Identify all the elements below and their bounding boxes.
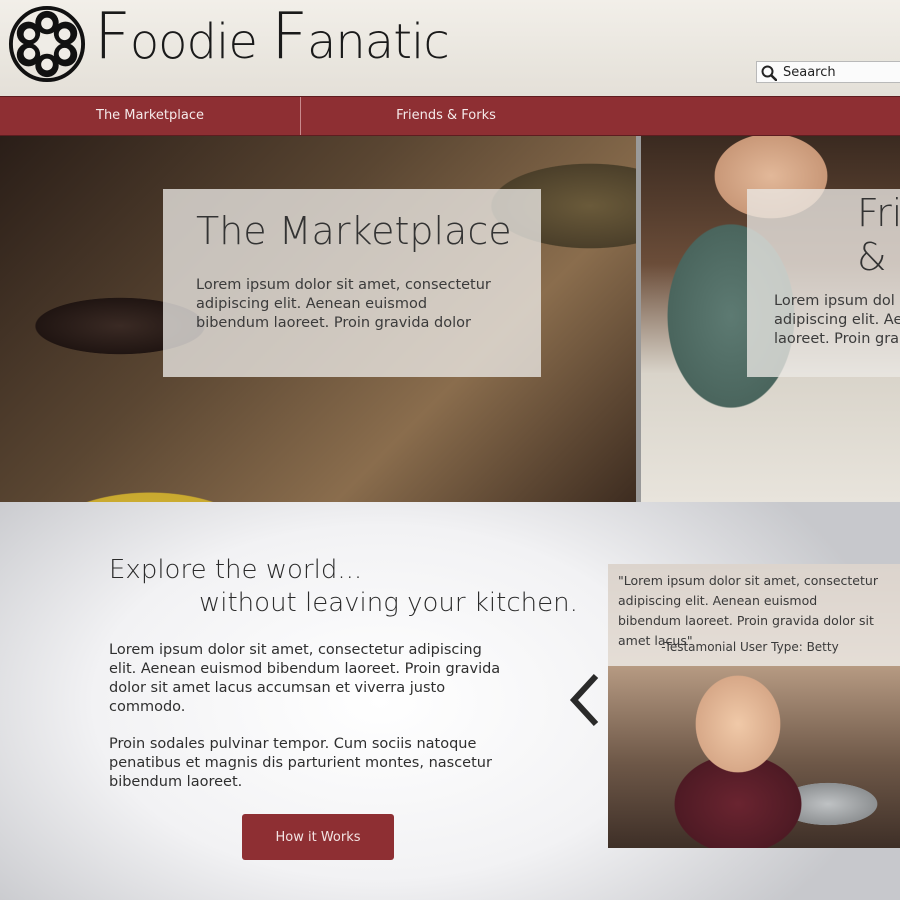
intro-paragraph-1: Lorem ipsum dolor sit amet, consectetur … [109,642,501,715]
testimonial-quote-box: "Lorem ipsum dolor sit amet, consectetur… [608,564,900,666]
site-logo-text[interactable]: Foodie Fanatic [94,5,450,70]
hero-card-marketplace: The Marketplace Lorem ipsum dolor sit am… [163,189,541,377]
brand-initial-1: F [94,0,131,74]
hero-marketplace-panel[interactable]: The Marketplace Lorem ipsum dolor sit am… [0,136,636,502]
hero-title-friends-forks-line2: & F [857,235,900,279]
testimonial-quote: "Lorem ipsum dolor sit amet, consectetur… [618,573,878,648]
how-it-works-button[interactable]: How it Works [242,814,394,860]
brand-initial-2: F [271,0,308,74]
search-input[interactable] [783,64,893,80]
nav-item-friends-forks[interactable]: Friends & Forks [301,97,591,135]
headline-line2: without leaving your kitchen. [199,588,578,618]
main-nav: The Marketplace Friends & Forks [0,96,900,136]
chevron-left-icon[interactable] [566,672,604,728]
hero-title-marketplace: The Marketplace [196,209,512,253]
flower-icon[interactable] [8,5,86,83]
hero-text-friends-forks: Lorem ipsum dol adipiscing elit. Ae laor… [774,293,900,347]
search-box[interactable] [756,61,900,83]
main-content: Explore the world... without leaving you… [0,502,900,900]
testimonial-author: -Testamonial User Type: Betty [661,640,839,654]
site-header: Foodie Fanatic [0,0,900,96]
nav-item-marketplace[interactable]: The Marketplace [0,97,301,135]
testimonial-slide: "Lorem ipsum dolor sit amet, consectetur… [608,564,900,848]
brand-word-2: anatic [306,14,450,70]
intro-paragraph-2: Proin sodales pulvinar tempor. Cum socii… [109,736,492,790]
hero-title-friends-forks-line1: Fri [857,191,900,235]
hero-text-marketplace: Lorem ipsum dolor sit amet, consectetur … [196,277,491,331]
hero-friends-forks-panel[interactable]: Fri & F Lorem ipsum dol adipiscing elit.… [641,136,900,502]
headline-line1: Explore the world... [109,555,363,585]
hero-card-friends-forks: Fri & F Lorem ipsum dol adipiscing elit.… [747,189,900,377]
brand-word-1: oodie [129,14,258,70]
magnifier-icon[interactable] [761,65,777,81]
